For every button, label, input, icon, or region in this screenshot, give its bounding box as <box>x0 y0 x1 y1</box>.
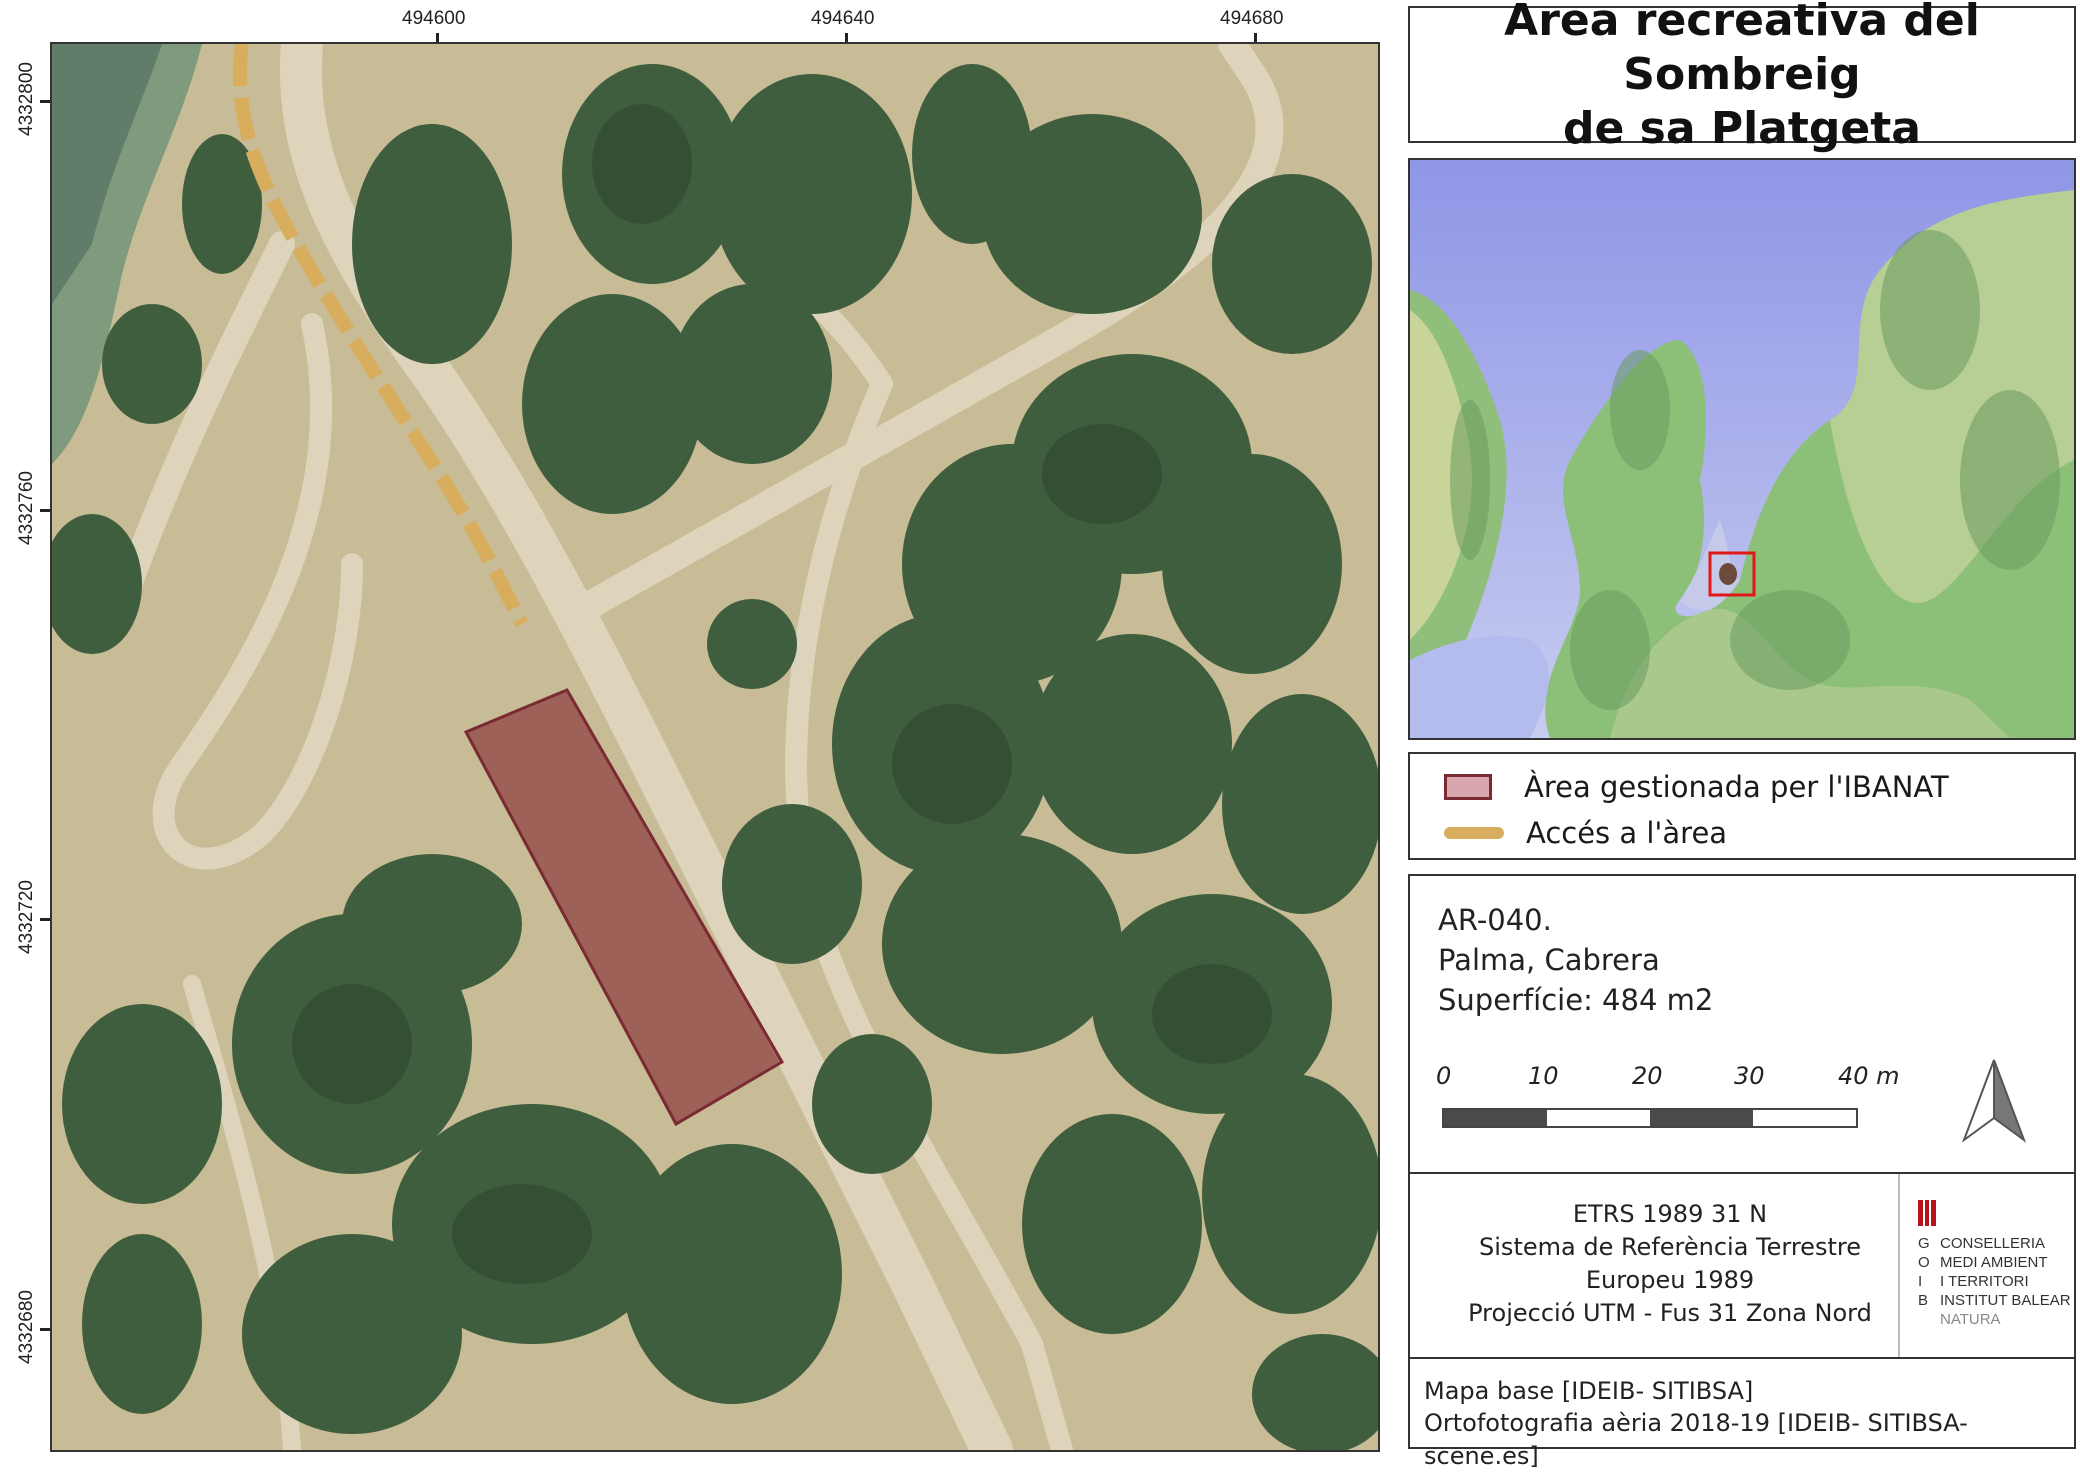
area-surface: Superfície: 484 m2 <box>1438 983 1714 1017</box>
y-tick-label: 4332720 <box>16 880 37 954</box>
goib-flag-icon <box>1918 1200 1937 1226</box>
y-tick-label: 4332760 <box>16 471 37 545</box>
area-swatch <box>1444 774 1492 800</box>
legend-panel: Àrea gestionada per l'IBANAT Accés a l'à… <box>1408 752 2076 860</box>
logo-line: I TERRITORI <box>1940 1273 2029 1290</box>
x-tick-label: 494680 <box>1220 8 1284 29</box>
scale-label: 10 <box>1528 1062 1559 1090</box>
inset-locator-map[interactable] <box>1408 158 2076 740</box>
info-panel: AR-040. Palma, Cabrera Superfície: 484 m… <box>1408 874 2076 1372</box>
divider <box>1898 1174 1900 1372</box>
area-location: Palma, Cabrera <box>1438 943 1660 977</box>
goib-letter: G <box>1918 1235 1930 1252</box>
scale-label: 30 <box>1734 1062 1765 1090</box>
title-panel: Àrea recreativa del Sombreig de sa Platg… <box>1408 0 2076 154</box>
source-panel: Mapa base [IDEIB- SITIBSA] Ortofotografi… <box>1408 1357 2076 1470</box>
y-tick-mark <box>40 100 50 103</box>
crs-line: Projecció UTM - Fus 31 Zona Nord <box>1468 1299 1872 1327</box>
map-title-line1: Àrea recreativa del Sombreig <box>1504 0 1980 100</box>
scale-label: 40 m <box>1838 1062 1900 1090</box>
y-tick-label: 4332800 <box>16 62 37 136</box>
divider <box>1410 1172 2074 1174</box>
scale-bar <box>1442 1108 1858 1128</box>
logo-line: CONSELLERIA <box>1940 1235 2046 1252</box>
logo-line: NATURA <box>1940 1311 2001 1328</box>
map-title-line2: de sa Platgeta <box>1563 102 1921 154</box>
access-swatch <box>1444 827 1504 839</box>
legend-item-access: Accés a l'àrea <box>1444 816 1727 850</box>
y-tick-label: 4332680 <box>16 1290 37 1364</box>
logo-line: INSTITUT BALEAR <box>1940 1292 2071 1309</box>
x-tick-label: 494600 <box>402 8 466 29</box>
y-tick-mark <box>40 918 50 921</box>
crs-line: Sistema de Referència Terrestre <box>1479 1233 1861 1261</box>
aerial-map-canvas <box>52 44 1378 1450</box>
area-code: AR-040. <box>1438 903 1552 937</box>
north-arrow-icon <box>1961 1059 2027 1143</box>
logo-line: MEDI AMBIENT <box>1940 1254 2048 1271</box>
legend-area-label: Àrea gestionada per l'IBANAT <box>1524 770 1949 804</box>
goib-letter: B <box>1918 1292 1929 1309</box>
crs-line: Europeu 1989 <box>1585 1266 1755 1294</box>
logo-text: CONSELLERIA MEDI AMBIENT I TERRITORI INS… <box>1940 1234 2071 1329</box>
source-line: Ortofotografia aèria 2018-19 [IDEIB- SIT… <box>1424 1409 1968 1470</box>
legend-item-area: Àrea gestionada per l'IBANAT <box>1444 770 1949 804</box>
crs-line: ETRS 1989 31 N <box>1572 1200 1768 1228</box>
goib-letters: G O I B <box>1918 1234 1940 1329</box>
aerial-map[interactable] <box>50 42 1380 1452</box>
inset-location-point <box>1719 563 1737 585</box>
goib-letter: O <box>1918 1254 1930 1271</box>
goib-letter: I <box>1918 1273 1923 1290</box>
inset-map-canvas <box>1410 160 2074 738</box>
y-tick-mark <box>40 509 50 512</box>
legend-access-label: Accés a l'àrea <box>1526 816 1728 850</box>
goib-logo: G O I B CONSELLERIA MEDI AMBIENT I TERRI… <box>1918 1200 2071 1329</box>
crs-block: ETRS 1989 31 N Sistema de Referència Ter… <box>1420 1198 1920 1330</box>
source-line: Mapa base [IDEIB- SITIBSA] <box>1424 1377 1754 1405</box>
scale-label: 0 <box>1436 1062 1452 1090</box>
y-tick-mark <box>40 1328 50 1331</box>
scale-label: 20 <box>1632 1062 1663 1090</box>
x-tick-label: 494640 <box>811 8 875 29</box>
